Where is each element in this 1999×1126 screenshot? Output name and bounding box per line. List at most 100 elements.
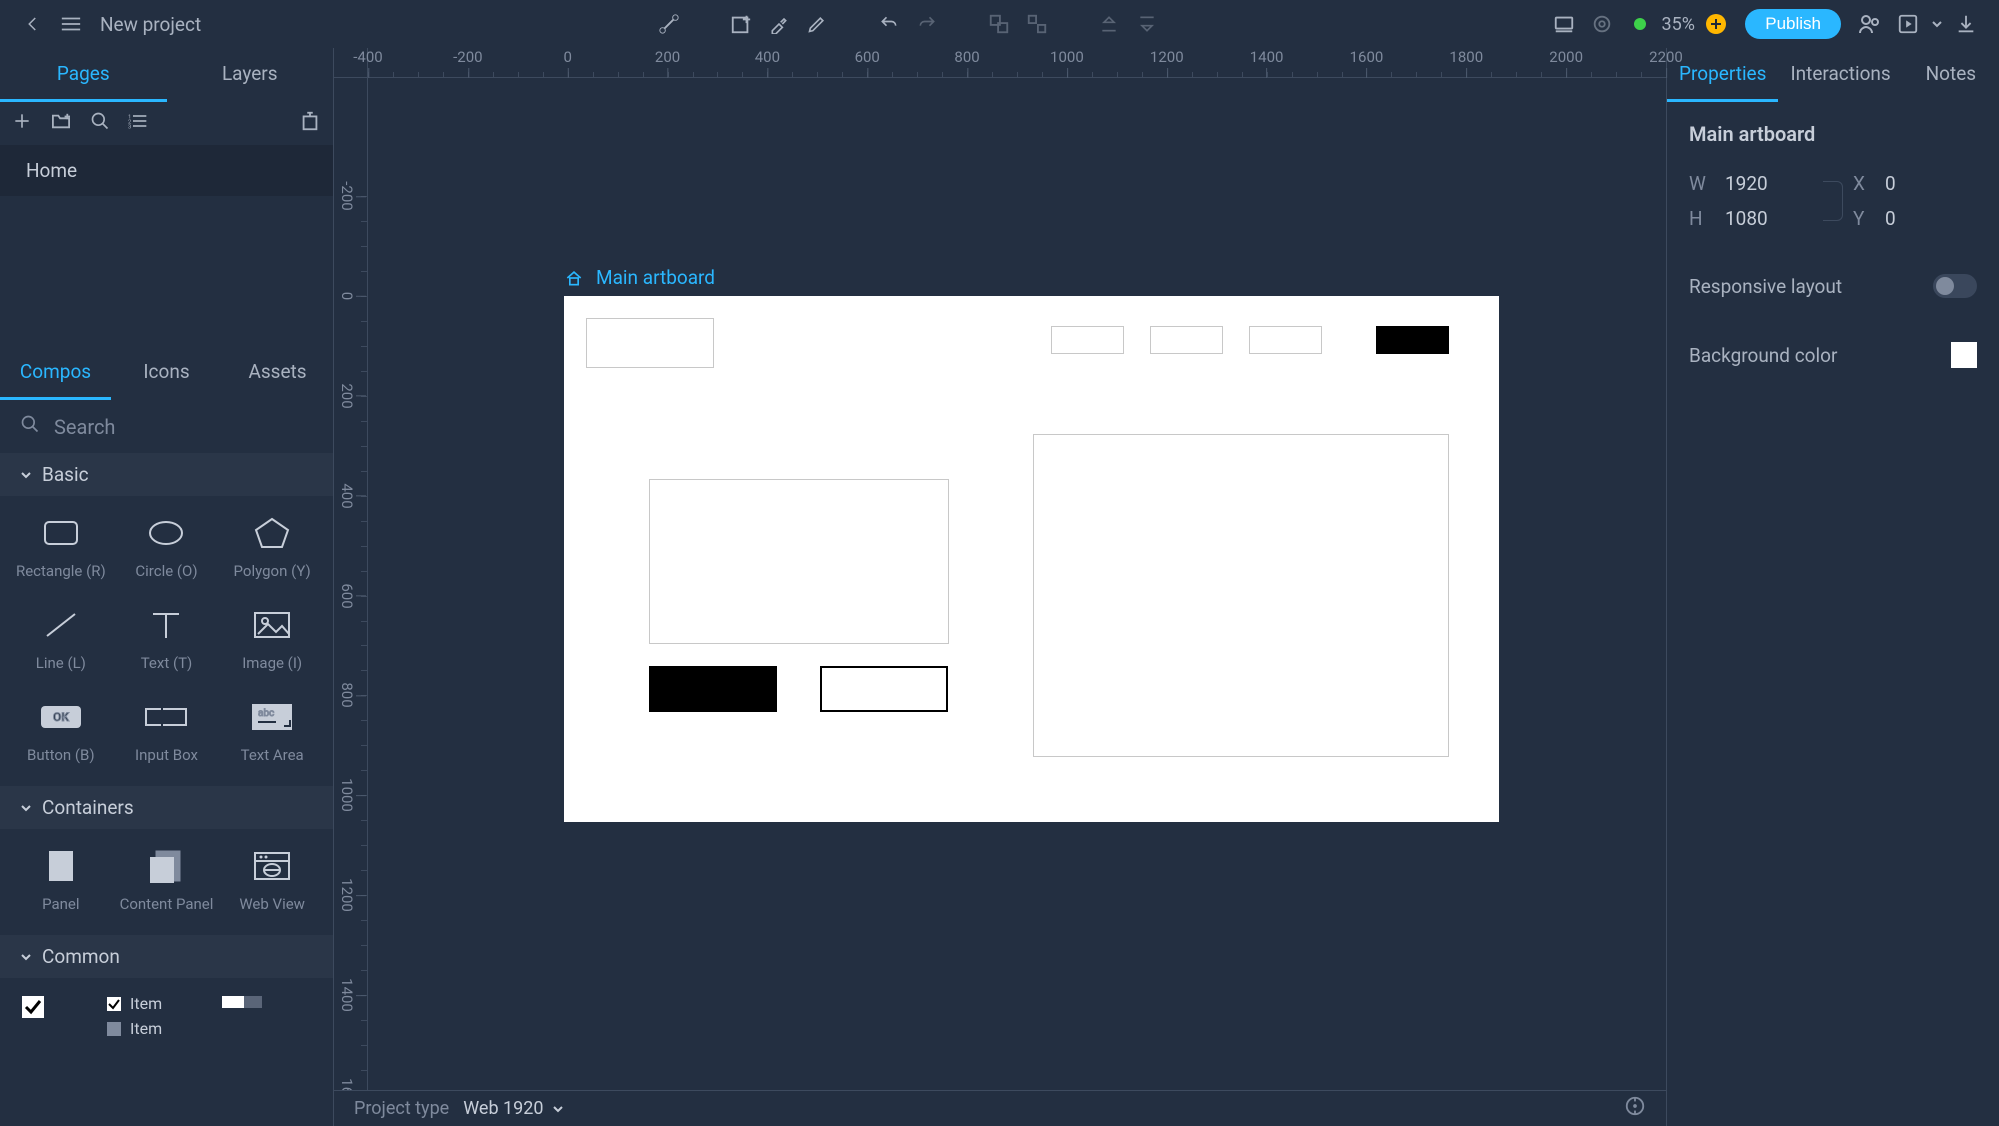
tab-compos[interactable]: Compos	[0, 346, 111, 400]
value-y[interactable]: 0	[1885, 207, 1925, 230]
status-target-icon[interactable]	[1624, 1095, 1646, 1122]
new-page-icon[interactable]	[12, 111, 32, 136]
chevron-down-icon	[20, 802, 32, 814]
device-preview-icon[interactable]	[1545, 0, 1583, 48]
compo-label: Image (I)	[242, 654, 302, 672]
link-wh-icon[interactable]	[1823, 181, 1843, 221]
compo-image[interactable]: Image (I)	[219, 606, 325, 672]
list-settings-icon[interactable]: 123	[128, 111, 148, 136]
label-width: W	[1689, 172, 1715, 195]
compo-label: Panel	[42, 895, 79, 913]
common-item[interactable]: Item	[106, 1019, 162, 1038]
compo-text[interactable]: Text (T)	[114, 606, 220, 672]
common-item-label: Item	[130, 1019, 162, 1038]
tab-pages[interactable]: Pages	[0, 48, 167, 102]
new-folder-icon[interactable]	[50, 112, 72, 135]
compo-panel[interactable]: Panel	[8, 847, 114, 913]
compo-label: Web View	[239, 895, 305, 913]
compo-webview[interactable]: Web View	[219, 847, 325, 913]
ruler-top[interactable]: -400-20002004006008001000120014001600180…	[334, 48, 1666, 78]
tab-icons[interactable]: Icons	[111, 346, 222, 400]
ungroup-icon[interactable]	[1018, 0, 1056, 48]
button-icon: OK	[38, 698, 84, 736]
artboard[interactable]	[564, 296, 1499, 822]
group-icon[interactable]	[980, 0, 1018, 48]
checkbox-glyph-icon[interactable]	[20, 994, 46, 1025]
pen-tool-icon[interactable]	[798, 0, 836, 48]
timer-icon[interactable]	[299, 110, 321, 137]
status-project-type-value[interactable]: Web 1920	[463, 1098, 563, 1119]
add-artboard-icon[interactable]	[722, 0, 760, 48]
search-pages-icon[interactable]	[90, 111, 110, 136]
tab-notes[interactable]: Notes	[1903, 48, 1999, 102]
publish-button[interactable]: Publish	[1745, 9, 1841, 39]
artboard-label[interactable]: Main artboard	[564, 266, 715, 289]
compo-label: Line (L)	[36, 654, 86, 672]
bring-forward-icon[interactable]	[1090, 0, 1128, 48]
svg-text:OK: OK	[53, 710, 69, 724]
collaborators-icon[interactable]	[1851, 0, 1889, 48]
compo-textarea[interactable]: abcText Area	[219, 698, 325, 764]
chevron-down-icon[interactable]	[1927, 0, 1947, 48]
compo-cpanel[interactable]: Content Panel	[114, 847, 220, 913]
connector-tool-icon[interactable]	[650, 0, 688, 48]
add-collaborator-icon[interactable]	[1697, 0, 1735, 48]
cat-basic[interactable]: Basic	[0, 453, 333, 496]
download-icon[interactable]	[1947, 0, 1985, 48]
send-backward-icon[interactable]	[1128, 0, 1166, 48]
value-width[interactable]: 1920	[1725, 172, 1799, 195]
toggle-responsive[interactable]	[1933, 274, 1977, 298]
chevron-down-icon	[552, 1103, 564, 1115]
value-x[interactable]: 0	[1885, 172, 1925, 195]
compo-poly[interactable]: Polygon (Y)	[219, 514, 325, 580]
canvas-viewport[interactable]: Main artboard	[368, 78, 1666, 1090]
search-icon	[20, 414, 40, 439]
cat-common[interactable]: Common	[0, 935, 333, 978]
compo-label: Circle (O)	[135, 562, 197, 580]
label-y: Y	[1853, 207, 1875, 230]
bgcolor-swatch[interactable]	[1951, 342, 1977, 368]
webview-icon	[249, 847, 295, 885]
project-title[interactable]: New project	[90, 13, 270, 36]
compo-circle[interactable]: Circle (O)	[114, 514, 220, 580]
label-x: X	[1853, 172, 1875, 195]
compo-rect[interactable]: Rectangle (R)	[8, 514, 114, 580]
compo-button[interactable]: OKButton (B)	[8, 698, 114, 764]
hamburger-menu-icon[interactable]	[52, 0, 90, 48]
text-icon	[143, 606, 189, 644]
cat-basic-label: Basic	[42, 463, 89, 486]
label-responsive: Responsive layout	[1689, 275, 1842, 298]
eyedropper-icon[interactable]	[760, 0, 798, 48]
progress-glyph-icon[interactable]	[222, 994, 262, 1015]
rect-icon	[38, 514, 84, 552]
compo-input[interactable]: Input Box	[114, 698, 220, 764]
chevron-down-icon	[20, 951, 32, 963]
panel-icon	[38, 847, 84, 885]
selection-title: Main artboard	[1667, 102, 1999, 166]
compo-line[interactable]: Line (L)	[8, 606, 114, 672]
undo-icon[interactable]	[870, 0, 908, 48]
page-item-home[interactable]: Home	[0, 145, 333, 196]
tab-assets[interactable]: Assets	[222, 346, 333, 400]
search-input[interactable]: Search	[54, 415, 115, 439]
play-preview-icon[interactable]	[1889, 0, 1927, 48]
common-item[interactable]: Item	[106, 994, 162, 1013]
input-icon	[143, 698, 189, 736]
common-item-label: Item	[130, 994, 162, 1013]
circle-icon	[143, 514, 189, 552]
cat-containers[interactable]: Containers	[0, 786, 333, 829]
image-icon	[249, 606, 295, 644]
poly-icon	[249, 514, 295, 552]
cpanel-icon	[143, 847, 189, 885]
tab-interactions[interactable]: Interactions	[1778, 48, 1902, 102]
svg-text:3: 3	[128, 125, 131, 131]
ruler-left[interactable]: -20002004006008001000120014001600	[334, 78, 368, 1090]
compo-label: Text (T)	[141, 654, 193, 672]
tab-properties[interactable]: Properties	[1667, 48, 1778, 102]
redo-icon[interactable]	[908, 0, 946, 48]
back-icon[interactable]	[14, 0, 52, 48]
settings-gear-icon[interactable]	[1583, 0, 1621, 48]
zoom-level[interactable]: 35%	[1659, 0, 1697, 48]
value-height[interactable]: 1080	[1725, 207, 1799, 230]
tab-layers[interactable]: Layers	[167, 48, 334, 102]
